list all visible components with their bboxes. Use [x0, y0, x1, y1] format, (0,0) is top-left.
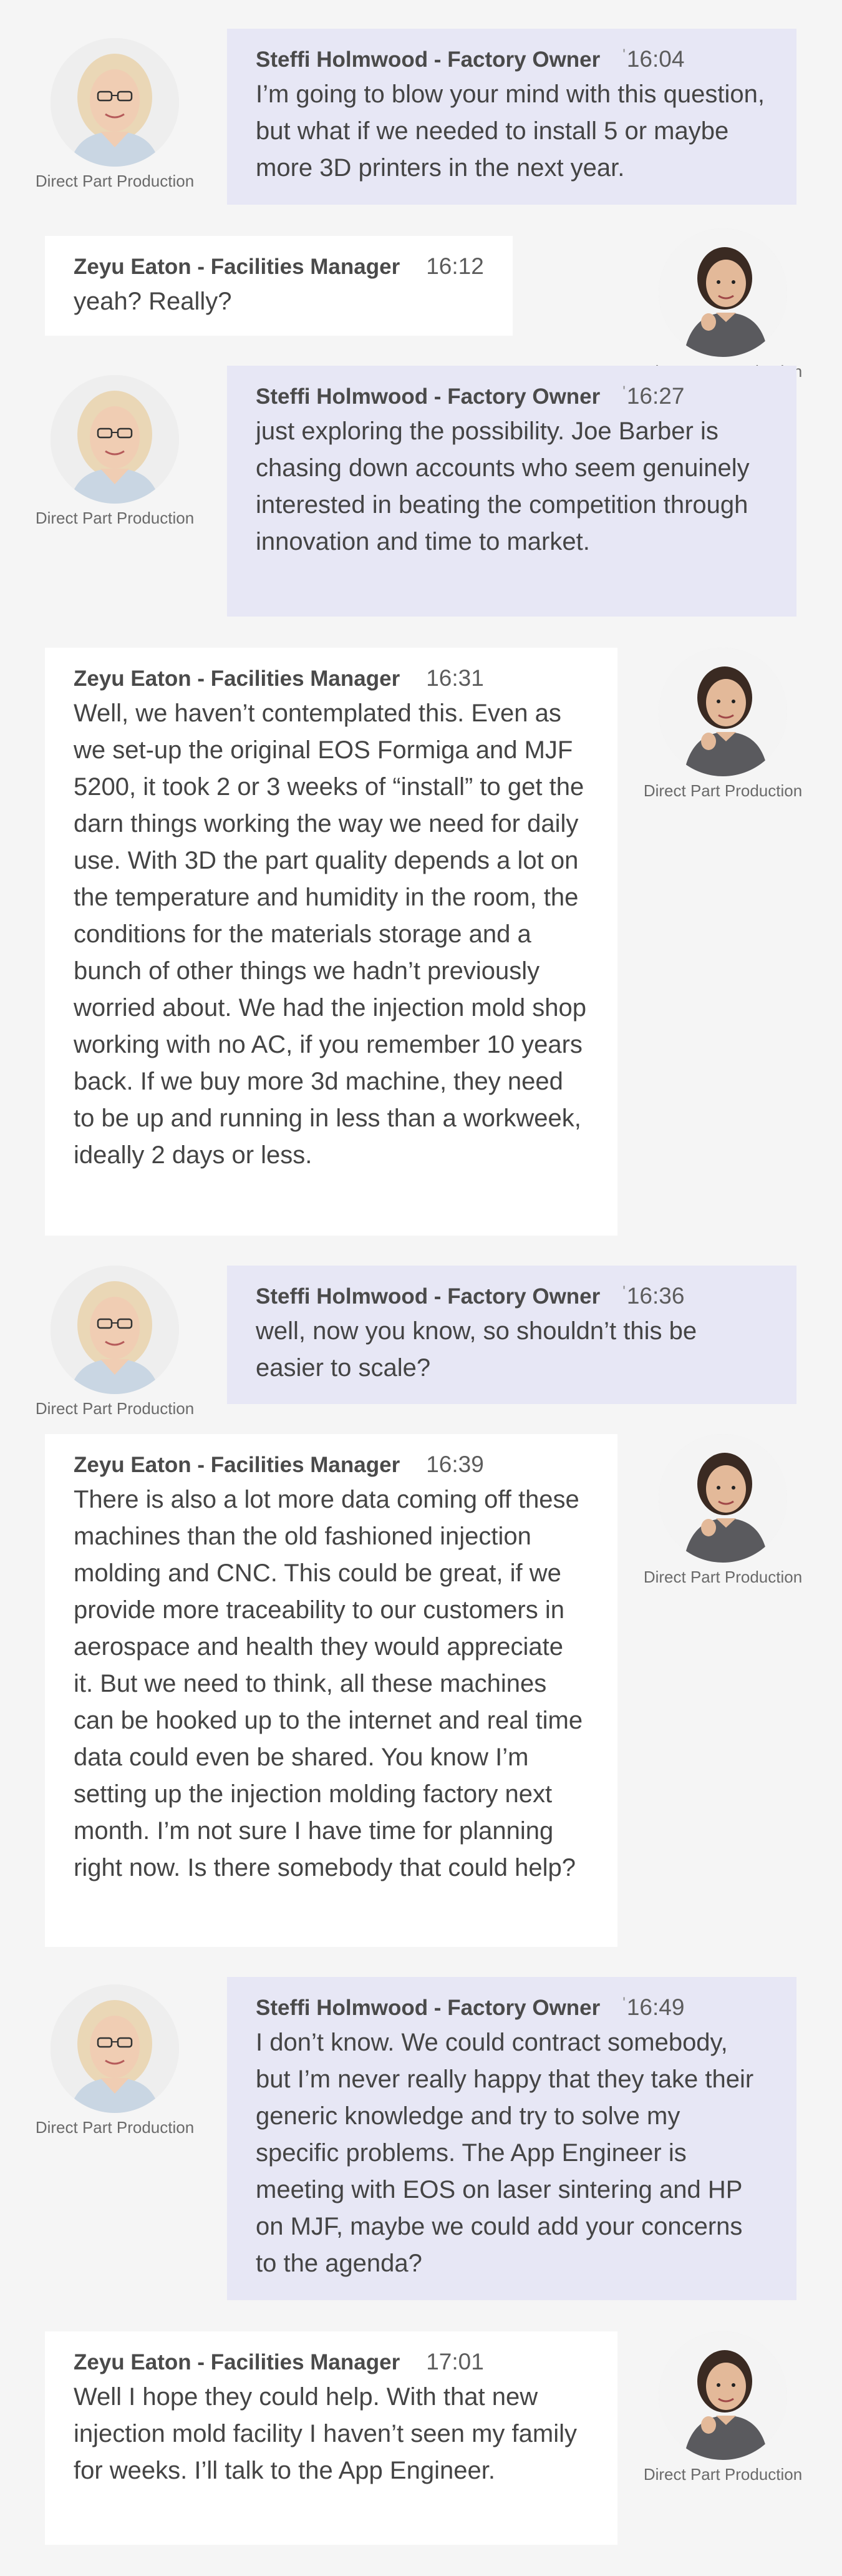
- message-text: well, now you know, so shouldn’t this be…: [256, 1317, 697, 1382]
- message-bubble[interactable]: Steffi Holmwood - Factory Owner 16:36 wel…: [227, 1266, 796, 1404]
- avatar[interactable]: [51, 38, 179, 167]
- manager-avatar-block: Direct Part Production: [632, 228, 813, 381]
- message-bubble[interactable]: Steffi Holmwood - Factory Owner 16:49 I d…: [227, 1977, 796, 2300]
- message-text: just exploring the possibility. Joe Barb…: [256, 417, 750, 555]
- avatar[interactable]: [659, 228, 787, 357]
- manager-avatar-block: Direct Part Production: [632, 1434, 813, 1587]
- message-text: Well, we haven’t contemplated this. Even…: [74, 700, 586, 1169]
- message-time: 16:04: [622, 46, 685, 72]
- message-bubble[interactable]: Steffi Holmwood - Factory Owner 16:04 I’m…: [227, 29, 796, 205]
- avatar[interactable]: [659, 648, 787, 776]
- sender-name: Steffi Holmwood - Factory Owner: [256, 1996, 601, 2020]
- message-bubble[interactable]: Zeyu Eaton - Facilities Manager 16:12 yea…: [45, 236, 513, 336]
- avatar-caption: Direct Part Production: [35, 2118, 195, 2137]
- message-bubble[interactable]: Steffi Holmwood - Factory Owner 16:27 jus…: [227, 366, 796, 617]
- message-text: I’m going to blow your mind with this qu…: [256, 80, 765, 182]
- message-text: yeah? Really?: [74, 288, 232, 315]
- sender-name: Zeyu Eaton - Facilities Manager: [74, 666, 400, 691]
- message-text: I don’t know. We could contract somebody…: [256, 2029, 754, 2277]
- avatar-caption: Direct Part Production: [35, 509, 195, 527]
- avatar-caption: Direct Part Production: [35, 1399, 195, 1418]
- message-text: Well I hope they could help. With that n…: [74, 2383, 577, 2484]
- avatar-caption: Direct Part Production: [643, 2465, 803, 2484]
- message-text: There is also a lot more data coming off…: [74, 1486, 583, 1881]
- message-bubble[interactable]: Zeyu Eaton - Facilities Manager 16:39 The…: [45, 1434, 617, 1947]
- owner-avatar-block: Direct Part Production: [24, 1266, 205, 1418]
- message-time: 16:36: [622, 1283, 685, 1309]
- message-bubble[interactable]: Zeyu Eaton - Facilities Manager 16:31 Wel…: [45, 648, 617, 1236]
- owner-avatar-block: Direct Part Production: [24, 375, 205, 528]
- avatar[interactable]: [51, 375, 179, 504]
- avatar[interactable]: [51, 1984, 179, 2113]
- avatar-caption: Direct Part Production: [35, 172, 195, 190]
- message-time: 17:01: [426, 2349, 484, 2374]
- avatar[interactable]: [659, 1434, 787, 1563]
- message-time: 16:12: [426, 253, 484, 279]
- sender-name: Steffi Holmwood - Factory Owner: [256, 384, 601, 409]
- sender-name: Steffi Holmwood - Factory Owner: [256, 47, 601, 72]
- sender-name: Zeyu Eaton - Facilities Manager: [74, 1453, 400, 1477]
- owner-avatar-block: Direct Part Production: [24, 1984, 205, 2137]
- owner-avatar-block: Direct Part Production: [24, 38, 205, 191]
- manager-avatar-block: Direct Part Production: [632, 648, 813, 801]
- avatar[interactable]: [51, 1266, 179, 1394]
- message-time: 16:39: [426, 1451, 484, 1477]
- avatar-caption: Direct Part Production: [643, 1568, 803, 1586]
- sender-name: Zeyu Eaton - Facilities Manager: [74, 255, 400, 279]
- sender-name: Steffi Holmwood - Factory Owner: [256, 1284, 601, 1309]
- message-time: 16:27: [622, 383, 685, 409]
- message-time: 16:49: [622, 1994, 685, 2021]
- manager-avatar-block: Direct Part Production: [632, 2331, 813, 2484]
- avatar-caption: Direct Part Production: [643, 781, 803, 800]
- sender-name: Zeyu Eaton - Facilities Manager: [74, 2350, 400, 2374]
- message-bubble[interactable]: Zeyu Eaton - Facilities Manager 17:01 Wel…: [45, 2331, 617, 2545]
- avatar[interactable]: [659, 2331, 787, 2460]
- message-time: 16:31: [426, 665, 484, 691]
